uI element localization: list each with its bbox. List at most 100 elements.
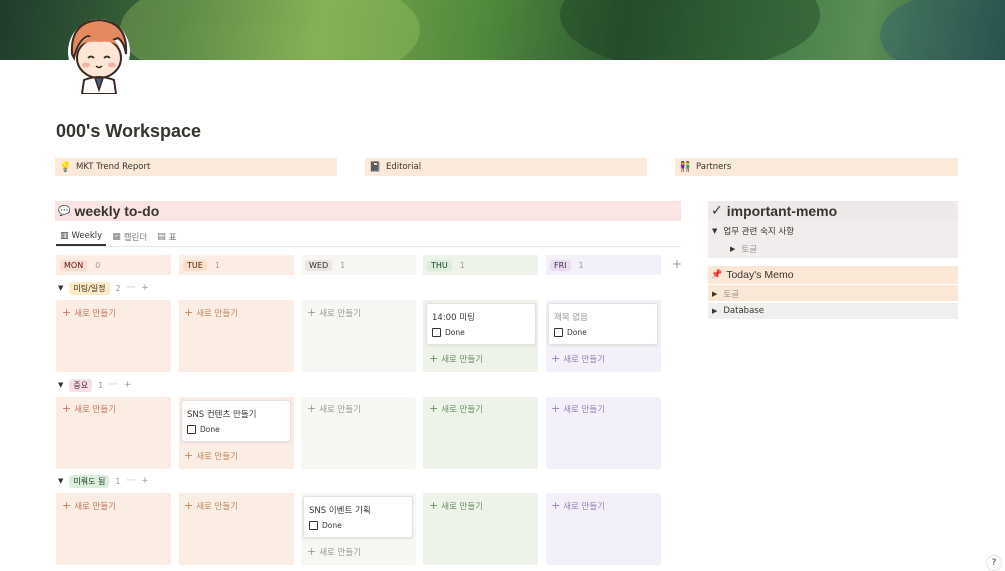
new-label: 새로 만들기: [74, 404, 117, 415]
checkbox-icon: [432, 328, 441, 337]
important-memo-heading[interactable]: ✓ important-memo: [708, 201, 958, 221]
new-item-button[interactable]: + 새로 만들기: [184, 306, 238, 319]
card-title: 제목 없음: [554, 313, 588, 323]
toggle-label: 토글: [741, 245, 758, 255]
new-label: 새로 만들기: [441, 404, 484, 415]
link-partners[interactable]: 👫 Partners: [675, 158, 958, 176]
group-tag: 중요: [69, 378, 93, 392]
link-label: MKT Trend Report: [76, 162, 151, 172]
new-item-button[interactable]: + 새로 만들기: [429, 499, 483, 512]
task-card[interactable]: SNS 컨텐츠 만들기 Done: [181, 400, 291, 442]
toggle-triangle-icon[interactable]: ▼: [58, 477, 63, 485]
link-mkt-trend-report[interactable]: 💡 MKT Trend Report: [55, 158, 337, 176]
add-icon[interactable]: +: [141, 283, 149, 293]
speech-bubble-icon: 💬: [58, 205, 71, 217]
group-header-important[interactable]: ▼ 중요 1 ··· +: [58, 377, 131, 393]
column-tag: WED: [305, 259, 333, 271]
column-tag: FRI: [550, 259, 571, 271]
group-tag: 미뤄도 됨: [69, 474, 110, 488]
new-item-button[interactable]: + 새로 만들기: [429, 352, 483, 365]
tab-weekly[interactable]: ▥ Weekly: [56, 227, 107, 246]
new-item-button[interactable]: + 새로 만들기: [429, 402, 483, 415]
plus-icon: +: [62, 306, 72, 319]
task-card[interactable]: 14:00 미팅 Done: [426, 303, 536, 345]
checkbox-icon: [309, 521, 318, 530]
new-item-button[interactable]: + 새로 만들기: [62, 402, 116, 415]
link-label: Editorial: [386, 162, 422, 172]
help-button[interactable]: ?: [986, 555, 1002, 571]
done-label: Done: [200, 425, 220, 434]
column-header-mon[interactable]: MON 0: [56, 255, 171, 275]
column-header-fri[interactable]: FRI 1: [546, 255, 661, 275]
group-tag: 미팅/일정: [69, 281, 110, 295]
new-item-button[interactable]: + 새로 만들기: [307, 306, 361, 319]
toggle-triangle-icon[interactable]: ▶: [730, 245, 735, 253]
card-title: SNS 컨텐츠 만들기: [187, 410, 257, 420]
tab-label: 표: [168, 232, 177, 243]
new-item-button[interactable]: + 새로 만들기: [551, 352, 605, 365]
plus-icon: +: [429, 352, 439, 365]
new-label: 새로 만들기: [196, 308, 239, 319]
plus-icon: +: [307, 306, 317, 319]
new-item-button[interactable]: + 새로 만들기: [62, 499, 116, 512]
tab-label: 캘린더: [123, 232, 148, 243]
column-tag: TUE: [183, 259, 207, 271]
toggle-label: 토글: [723, 290, 740, 300]
plus-icon: +: [307, 402, 317, 415]
done-checkbox[interactable]: Done: [554, 328, 587, 337]
toggle-triangle-icon[interactable]: ▶: [712, 307, 717, 315]
weekly-todo-heading[interactable]: 💬 weekly to-do: [55, 201, 681, 221]
column-count: 1: [578, 260, 584, 270]
task-card[interactable]: 제목 없음 Done: [548, 303, 658, 345]
done-checkbox[interactable]: Done: [432, 328, 465, 337]
link-editorial[interactable]: 📓 Editorial: [365, 158, 647, 176]
new-item-button[interactable]: + 새로 만들기: [184, 449, 238, 462]
done-checkbox[interactable]: Done: [309, 521, 342, 530]
new-label: 새로 만들기: [563, 354, 606, 365]
new-item-button[interactable]: + 새로 만들기: [62, 306, 116, 319]
column-count: 1: [340, 260, 346, 270]
column-count: 1: [459, 260, 465, 270]
column-header-tue[interactable]: TUE 1: [179, 255, 294, 275]
more-icon[interactable]: ···: [126, 476, 135, 486]
toggle-triangle-icon[interactable]: ▼: [58, 284, 63, 292]
done-label: Done: [567, 328, 587, 337]
page-title[interactable]: 000's Workspace: [56, 121, 201, 142]
more-icon[interactable]: ···: [109, 380, 118, 390]
new-item-button[interactable]: + 새로 만들기: [307, 402, 361, 415]
calendar-icon: ▦: [112, 231, 121, 242]
checkbox-icon: [187, 425, 196, 434]
tab-table[interactable]: ▤ 표: [153, 227, 180, 246]
more-icon[interactable]: ···: [127, 283, 136, 293]
plus-icon: +: [429, 402, 439, 415]
toggle-triangle-icon[interactable]: ▼: [712, 227, 717, 235]
task-card[interactable]: SNS 이벤트 기획 Done: [303, 496, 413, 538]
plus-icon: +: [184, 306, 194, 319]
column-header-wed[interactable]: WED 1: [301, 255, 416, 275]
add-column-button[interactable]: +: [672, 257, 682, 271]
group-header-meeting[interactable]: ▼ 미팅/일정 2 ··· +: [58, 280, 149, 296]
new-item-button[interactable]: + 새로 만들기: [551, 402, 605, 415]
toggle-triangle-icon[interactable]: ▶: [712, 290, 717, 298]
toggle-database[interactable]: ▶ Database: [712, 306, 764, 316]
toggle-triangle-icon[interactable]: ▼: [58, 381, 63, 389]
checkmark-icon: ✓: [711, 203, 723, 219]
add-icon[interactable]: +: [124, 380, 132, 390]
toggle-today[interactable]: ▶ 토글: [712, 288, 739, 300]
column-header-thu[interactable]: THU 1: [423, 255, 538, 275]
done-checkbox[interactable]: Done: [187, 425, 220, 434]
tab-calendar[interactable]: ▦ 캘린더: [108, 227, 151, 246]
plus-icon: +: [62, 402, 72, 415]
group-header-later[interactable]: ▼ 미뤄도 됨 1 ··· +: [58, 473, 149, 489]
toggle-work-notes[interactable]: ▼ 업무 관련 숙지 사항: [712, 225, 794, 237]
todays-memo-heading[interactable]: 📌 Today's Memo: [708, 266, 958, 284]
new-item-button[interactable]: + 새로 만들기: [307, 545, 361, 558]
plus-icon: +: [551, 352, 561, 365]
page-icon-avatar[interactable]: [66, 14, 132, 95]
new-item-button[interactable]: + 새로 만들기: [551, 499, 605, 512]
add-icon[interactable]: +: [141, 476, 149, 486]
toggle-sub[interactable]: ▶ 토글: [730, 243, 757, 255]
tab-label: Weekly: [71, 230, 103, 241]
new-label: 새로 만들기: [74, 501, 117, 512]
new-item-button[interactable]: + 새로 만들기: [184, 499, 238, 512]
